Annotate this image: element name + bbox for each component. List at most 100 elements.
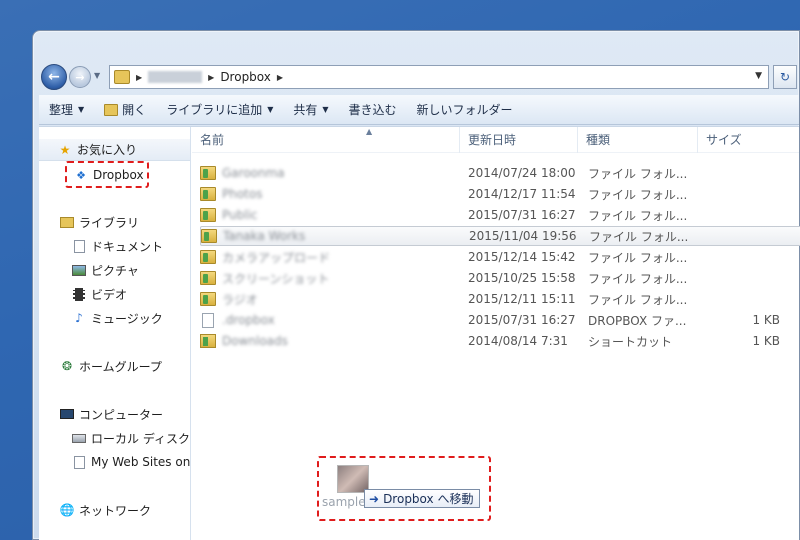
- hard-disk-icon: [71, 431, 87, 445]
- file-name: Photos: [222, 187, 263, 201]
- file-date: 2015/07/31 16:27: [468, 208, 576, 222]
- file-date: 2014/08/14 7:31: [468, 334, 568, 348]
- file-date: 2015/12/11 15:11: [468, 292, 576, 306]
- nav-network-label: ネットワーク: [79, 503, 152, 518]
- file-type: ショートカット: [588, 334, 673, 349]
- address-bar[interactable]: ▶ ▶ Dropbox ▶ ▼: [109, 65, 769, 89]
- column-name-label: 名前: [200, 133, 225, 147]
- burn-label: 書き込む: [348, 103, 397, 117]
- sort-ascending-icon: ▲: [366, 127, 373, 136]
- file-row[interactable]: Photos 2014/12/17 11:54 ファイル フォル...: [200, 184, 800, 204]
- file-size: 1 KB: [752, 313, 780, 327]
- nav-web-sites[interactable]: My Web Sites on: [39, 451, 190, 473]
- chevron-right-icon[interactable]: ▶: [136, 73, 142, 82]
- nav-local-disk[interactable]: ローカル ディスク: [39, 427, 190, 449]
- file-name: カメラアップロード: [222, 250, 331, 265]
- open-button[interactable]: 開く: [94, 97, 156, 123]
- file-date: 2015/07/31 16:27: [468, 313, 576, 327]
- address-segment-redacted[interactable]: [148, 71, 203, 83]
- file-row[interactable]: Public 2015/07/31 16:27 ファイル フォル...: [200, 205, 800, 225]
- file-name: スクリーンショット: [222, 271, 330, 286]
- folder-icon: [200, 271, 216, 285]
- column-header-type[interactable]: 種類: [578, 126, 698, 153]
- column-type-label: 種類: [586, 133, 611, 147]
- folder-icon: [114, 70, 130, 84]
- file-type: ファイル フォル...: [588, 208, 688, 223]
- back-arrow-icon[interactable]: ←: [41, 64, 67, 90]
- chevron-right-icon[interactable]: ▶: [208, 73, 214, 82]
- nav-homegroup[interactable]: ❂ ホームグループ: [39, 355, 190, 377]
- star-icon: ★: [59, 142, 71, 157]
- new-folder-label: 新しいフォルダー: [416, 103, 513, 117]
- chevron-right-icon[interactable]: ▶: [277, 73, 283, 82]
- organize-button[interactable]: 整理 ▼: [39, 97, 94, 123]
- share-button[interactable]: 共有 ▼: [283, 97, 338, 123]
- caret-down-icon: ▼: [78, 105, 85, 114]
- refresh-icon[interactable]: ↻: [773, 65, 797, 89]
- nav-favorites[interactable]: ★ お気に入り: [39, 139, 190, 161]
- nav-network[interactable]: 🌐 ネットワーク: [39, 499, 190, 521]
- file-date: 2015/12/14 15:42: [468, 250, 576, 264]
- forward-arrow-icon[interactable]: →: [69, 66, 91, 88]
- file-type: ファイル フォル...: [588, 292, 688, 307]
- organize-label: 整理: [49, 103, 74, 117]
- file-date: 2014/07/24 18:00: [468, 166, 576, 180]
- file-name: Garoonma: [222, 166, 285, 180]
- column-header-name[interactable]: 名前: [192, 126, 460, 153]
- file-row[interactable]: ラジオ 2015/12/11 15:11 ファイル フォル...: [200, 289, 800, 309]
- file-type: ファイル フォル...: [588, 187, 688, 202]
- file-name: .dropbox: [222, 313, 275, 327]
- recent-pages-dropdown-icon[interactable]: ▼: [94, 71, 100, 80]
- file-row[interactable]: .dropbox 2015/07/31 16:27 DROPBOX ファ... 1 K…: [200, 310, 800, 330]
- new-folder-button[interactable]: 新しいフォルダー: [407, 97, 523, 123]
- nav-videos[interactable]: ビデオ: [39, 283, 190, 305]
- folder-icon: [201, 229, 217, 243]
- nav-computer-label: コンピューター: [79, 407, 164, 422]
- nav-videos-label: ビデオ: [91, 287, 128, 302]
- shortcut-icon: [200, 334, 216, 348]
- file-type: ファイル フォル...: [589, 229, 689, 244]
- nav-local-disk-label: ローカル ディスク: [91, 431, 190, 446]
- folder-icon: [200, 187, 216, 201]
- address-dropdown-icon[interactable]: ▼: [755, 71, 762, 81]
- file-row[interactable]: Garoonma 2014/07/24 18:00 ファイル フォル...: [200, 163, 800, 183]
- folder-icon: [200, 292, 216, 306]
- file-date: 2014/12/17 11:54: [468, 187, 576, 201]
- nav-music[interactable]: ♪ ミュージック: [39, 307, 190, 329]
- burn-button[interactable]: 書き込む: [339, 97, 407, 123]
- folder-icon: [200, 208, 216, 222]
- caret-down-icon: ▼: [322, 105, 329, 114]
- column-header-size[interactable]: サイズ: [698, 127, 799, 153]
- add-library-label: ライブラリに追加: [166, 103, 263, 117]
- nav-homegroup-label: ホームグループ: [79, 359, 162, 374]
- move-arrow-icon: ➜: [369, 491, 380, 506]
- address-segment[interactable]: Dropbox: [220, 70, 271, 84]
- nav-music-label: ミュージック: [91, 311, 163, 326]
- column-header-date[interactable]: 更新日時: [460, 126, 578, 153]
- file-icon: [202, 312, 214, 328]
- file-row[interactable]: カメラアップロード 2015/12/14 15:42 ファイル フォル...: [200, 247, 800, 267]
- nav-libraries[interactable]: ライブラリ: [39, 211, 190, 233]
- navigation-pane[interactable]: ★ お気に入り ❖ Dropbox ライブラリ ドキュメント ピクチャ ビデオ …: [39, 127, 191, 540]
- homegroup-icon: ❂: [61, 359, 73, 373]
- nav-favorites-label: お気に入り: [77, 143, 138, 157]
- file-type: ファイル フォル...: [588, 166, 688, 181]
- nav-pictures-label: ピクチャ: [91, 263, 139, 278]
- network-icon: 🌐: [59, 503, 75, 517]
- nav-pictures[interactable]: ピクチャ: [39, 259, 190, 281]
- nav-computer[interactable]: コンピューター: [39, 403, 190, 425]
- file-name: Public: [222, 208, 258, 222]
- open-label: 開く: [122, 103, 147, 117]
- file-row[interactable]: Tanaka Works 2015/11/04 19:56 ファイル フォル...: [200, 226, 800, 246]
- film-icon: [71, 287, 87, 301]
- file-type: DROPBOX ファ...: [588, 313, 687, 328]
- page-icon: [71, 455, 87, 469]
- command-bar: 整理 ▼ 開く ライブラリに追加 ▼ 共有 ▼ 書き込む 新しいフォルダー: [39, 95, 799, 125]
- caret-down-icon: ▼: [267, 105, 274, 114]
- file-row[interactable]: Downloads 2014/08/14 7:31 ショートカット 1 KB: [200, 331, 800, 351]
- add-to-library-button[interactable]: ライブラリに追加 ▼: [156, 97, 283, 123]
- file-row[interactable]: スクリーンショット 2015/10/25 15:58 ファイル フォル...: [200, 268, 800, 288]
- document-icon: [71, 239, 87, 253]
- file-list[interactable]: 名前 更新日時 種類 サイズ ▲ Garoonma 2014/07/24 18:0…: [192, 126, 800, 540]
- nav-documents[interactable]: ドキュメント: [39, 235, 190, 257]
